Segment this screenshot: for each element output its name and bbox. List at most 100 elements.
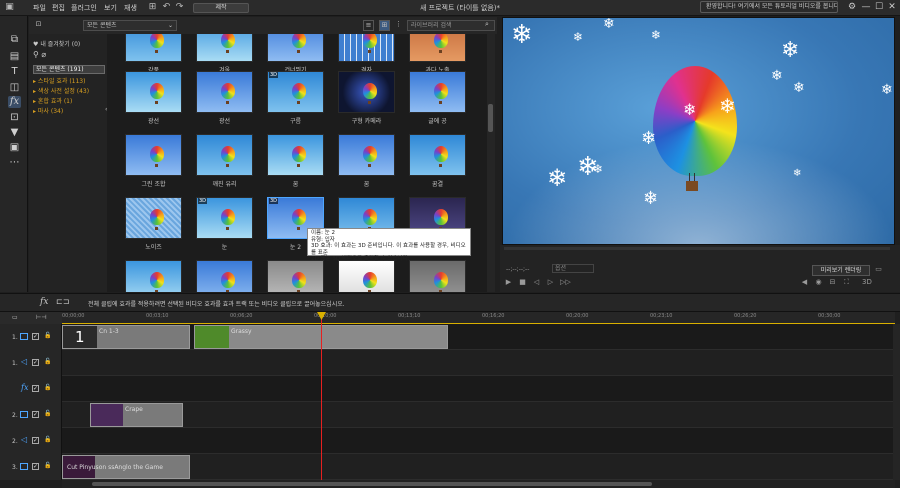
redo-icon[interactable]: ↷	[174, 2, 185, 13]
media-room-icon[interactable]: ⧉	[8, 34, 21, 46]
effect-thumbnail[interactable]	[125, 71, 182, 113]
category-style-effects[interactable]: ▸ 스타일 효과 (113)	[33, 76, 85, 85]
timeline-clip[interactable]: Cut Pinyuson ssAnglo the Game	[62, 455, 190, 479]
produce-button[interactable]: 제작	[193, 3, 249, 13]
welcome-banner[interactable]: 환영합니다! 여기에서 모든 튜토리얼 비디오를 봅니다!	[700, 1, 838, 13]
search-icon[interactable]: ⌕	[485, 20, 489, 29]
preview-window[interactable]: ❄ ❄ ❄ ❄ ❄ ❄ ❄ ❄ ❄ ❄ ❄ ❄ ❄ ❄ ❄ ❄	[502, 17, 895, 245]
timeline-scroll-thumb[interactable]	[92, 482, 652, 486]
timeline-clip[interactable]: 1 Cn 1-3	[62, 325, 190, 349]
track-enable-checkbox[interactable]: ✓	[32, 385, 39, 392]
playhead-line[interactable]	[321, 312, 322, 480]
more-icon[interactable]: ⋯	[8, 157, 21, 169]
menu-playback[interactable]: 재생	[124, 3, 137, 13]
track-enable-checkbox[interactable]: ✓	[32, 411, 39, 418]
library-scroll-thumb[interactable]	[488, 104, 493, 132]
effect-thumbnail[interactable]	[409, 71, 466, 113]
fast-forward-icon[interactable]: ▷▷	[560, 278, 571, 287]
track-enable-checkbox[interactable]: ✓	[32, 463, 39, 470]
effect-thumbnail[interactable]	[125, 34, 182, 62]
effect-thumbnail[interactable]	[267, 260, 324, 292]
effect-thumbnail[interactable]: 3D	[196, 197, 253, 239]
menu-view[interactable]: 보기	[104, 3, 117, 13]
fit-timeline-icon[interactable]: ⊢⊣	[36, 314, 46, 321]
undock-icon[interactable]: ⊟	[828, 278, 837, 287]
effect-thumbnail[interactable]	[267, 134, 324, 176]
lock-icon[interactable]: 🔓	[44, 384, 51, 391]
minimize-button[interactable]: —	[860, 2, 872, 13]
lock-icon[interactable]: 🔓	[44, 358, 51, 365]
add-favorite-icon[interactable]: ⚲ ⌀	[33, 50, 46, 59]
play-icon[interactable]: ▶	[504, 278, 513, 287]
effect-thumbnail[interactable]	[196, 134, 253, 176]
import-icon[interactable]: ⊡	[33, 20, 44, 31]
preview-render-button[interactable]: 미리보기 렌더링	[812, 265, 870, 276]
library-search-input[interactable]: 라이브러리 검색	[407, 20, 495, 31]
track-enable-checkbox[interactable]: ✓	[32, 359, 39, 366]
track-row[interactable]	[62, 402, 895, 428]
fullscreen-icon[interactable]: ⛶	[842, 278, 851, 287]
effect-thumbnail[interactable]	[338, 34, 395, 62]
favorites-item[interactable]: ♥ 내 즐겨찾기 (0)	[33, 39, 80, 48]
lock-icon[interactable]: 🔓	[44, 462, 51, 469]
effect-thumbnail[interactable]	[125, 260, 182, 292]
timeline-horizontal-scrollbar[interactable]	[62, 480, 895, 488]
timecode-display[interactable]: --;--;--;--	[506, 266, 529, 273]
effect-thumbnail[interactable]	[338, 134, 395, 176]
category-blend-effects[interactable]: ▸ 혼합 효과 (1)	[33, 96, 72, 105]
effect-settings-icon[interactable]: ⊏⊐	[56, 297, 69, 306]
timeline-clip[interactable]: Crape	[90, 403, 183, 427]
effect-thumbnail[interactable]	[196, 34, 253, 62]
settings-icon[interactable]: ⚙	[846, 2, 858, 13]
undo-icon[interactable]: ↶	[161, 2, 172, 13]
menu-plugins[interactable]: 플러그인	[71, 3, 97, 13]
grid-view-icon[interactable]: ⊞	[379, 20, 390, 31]
lock-icon[interactable]: 🔓	[44, 436, 51, 443]
track-enable-checkbox[interactable]: ✓	[32, 333, 39, 340]
subtitle-room-icon[interactable]: ▣	[8, 142, 21, 154]
category-all-content[interactable]: 모든 콘텐츠 (191)	[33, 65, 105, 74]
category-dropdown[interactable]: 모든 콘텐츠 ⌄	[83, 20, 177, 31]
timeline-tracks[interactable]: 1 Cn 1-3 Grassy Crape Cut Pinyuson ssAng…	[62, 324, 895, 480]
effect-thumbnail[interactable]	[409, 34, 466, 62]
lock-icon[interactable]: 🔓	[44, 332, 51, 339]
preview-scrubber[interactable]	[504, 247, 890, 250]
track-row[interactable]	[62, 428, 895, 454]
effect-thumbnail[interactable]: 3D	[267, 71, 324, 113]
effect-thumbnail[interactable]	[125, 197, 182, 239]
effect-thumbnail[interactable]	[409, 134, 466, 176]
effect-room-icon[interactable]: fx	[8, 96, 21, 108]
lock-icon[interactable]: 🔓	[44, 410, 51, 417]
volume-icon[interactable]: ◀	[800, 278, 809, 287]
category-other[interactable]: ▸ 마사 (34)	[33, 106, 63, 115]
stop-icon[interactable]: ■	[518, 278, 527, 287]
next-frame-icon[interactable]: ▷	[546, 278, 555, 287]
track-row[interactable]	[62, 350, 895, 376]
effect-thumbnail[interactable]	[338, 260, 395, 292]
category-color-presets[interactable]: ▸ 색상 사전 설정 (43)	[33, 86, 89, 95]
maximize-button[interactable]: ☐	[873, 2, 885, 13]
effect-thumbnail[interactable]	[338, 71, 395, 113]
prev-frame-icon[interactable]: ◁	[532, 278, 541, 287]
particle-room-icon[interactable]: ▼	[8, 127, 21, 139]
menu-edit[interactable]: 편집	[52, 3, 65, 13]
pip-room-icon[interactable]: ⊡	[8, 112, 21, 124]
effect-thumbnail[interactable]	[196, 71, 253, 113]
effect-thumbnail[interactable]	[196, 260, 253, 292]
effect-thumbnail[interactable]	[267, 34, 324, 62]
library-scrollbar[interactable]	[487, 34, 495, 292]
title-room-icon[interactable]: T	[8, 66, 21, 78]
track-enable-checkbox[interactable]: ✓	[32, 437, 39, 444]
template-room-icon[interactable]: ▤	[8, 51, 21, 63]
timeline-ruler[interactable]: 00;00;00 00;03;10 00;06;20 00;10;00 00;13;10…	[62, 312, 895, 324]
preview-quality-dropdown[interactable]: 옵션	[552, 264, 594, 273]
close-button[interactable]: ✕	[886, 2, 898, 13]
3d-toggle-icon[interactable]: 3D	[862, 278, 872, 287]
timeline-vertical-scrollbar[interactable]	[893, 324, 900, 480]
track-row[interactable]	[62, 376, 895, 402]
track-manager-icon[interactable]: ▭	[12, 314, 18, 321]
list-view-icon[interactable]: ≡	[363, 20, 374, 31]
transition-room-icon[interactable]: ◫	[8, 82, 21, 94]
save-icon[interactable]: ⊞	[147, 2, 158, 13]
effect-thumbnail[interactable]	[409, 260, 466, 292]
